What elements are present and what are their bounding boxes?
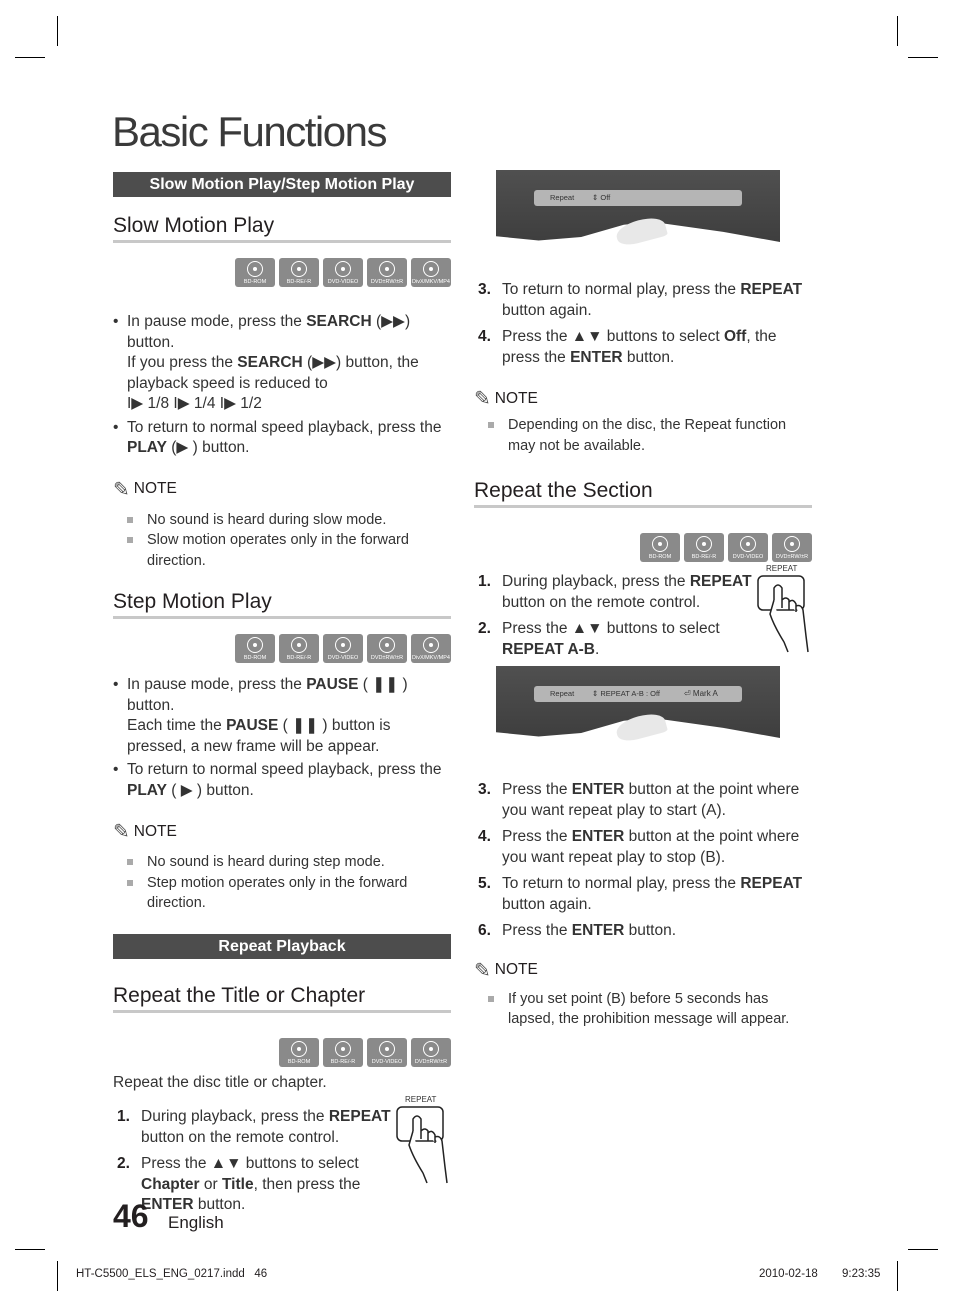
osd-screen-repeat-off: Repeat ⇕ Off <box>496 170 786 270</box>
crop-mark <box>908 57 938 58</box>
crop-mark <box>897 1261 898 1291</box>
crop-mark <box>15 1249 45 1250</box>
note-item: If you set point (B) before 5 seconds ha… <box>488 989 812 1030</box>
note-item: No sound is heard during slow mode. <box>127 510 451 531</box>
crop-mark <box>908 1249 938 1250</box>
pencil-icon: ✎ <box>474 388 491 410</box>
osd-bar: Repeat ⇕ REPEAT A-B : Off ⏎ Mark A <box>534 686 742 702</box>
disc-icon-dvd-rw: DVD±RW/±R <box>367 634 407 663</box>
crop-mark <box>15 57 45 58</box>
page-language: English <box>168 1213 224 1232</box>
steps-block: 1. During playback, press the REPEAT butt… <box>113 1095 451 1216</box>
note-list: No sound is heard during step mode. Step… <box>113 852 451 914</box>
pencil-icon: ✎ <box>113 821 130 843</box>
remote-hand-icon: REPEAT <box>756 564 812 654</box>
osd-screen-repeat-ab: Repeat ⇕ REPEAT A-B : Off ⏎ Mark A <box>496 666 786 766</box>
step-item: 2. Press the ▲▼ buttons to select Chapter… <box>117 1155 361 1213</box>
disc-icon-bd-re: BD-RE/-R <box>279 258 319 287</box>
step-item: 6. Press the ENTER button. <box>478 922 677 939</box>
disc-icon-dvd-rw: DVD±RW/±R <box>367 258 407 287</box>
pencil-icon: ✎ <box>113 478 130 501</box>
speed-sequence: I▶ 1/8 I▶ 1/4 I▶ 1/2 <box>127 395 262 412</box>
step-item: 5. To return to normal play, press the RE… <box>478 875 803 913</box>
crop-mark <box>57 16 58 46</box>
page-title: Basic Functions <box>112 108 387 155</box>
note-list: Depending on the disc, the Repeat functi… <box>474 415 812 456</box>
list-item: In pause mode, press the SEARCH (▶▶) but… <box>113 312 451 415</box>
crop-mark <box>57 1261 58 1291</box>
note-list: No sound is heard during slow mode. Slow… <box>113 510 451 572</box>
disc-icon-dvd-rw: DVD±RW/±R <box>411 1037 451 1067</box>
note-item: Slow motion operates only in the forward… <box>127 530 451 571</box>
disc-icon-bd-re: BD-RE/-R <box>323 1037 363 1067</box>
list-item: To return to normal speed playback, pres… <box>113 760 451 801</box>
disc-icon-dvd-video: DVD-VIDEO <box>323 258 363 287</box>
heading-repeat-title-chapter: Repeat the Title or Chapter <box>113 983 451 1013</box>
disc-icon-bd-rom: BD-ROM <box>235 258 275 287</box>
step-item: 3. To return to normal play, press the RE… <box>478 281 803 319</box>
heading-repeat-section: Repeat the Section <box>474 478 812 508</box>
intro-text: Repeat the disc title or chapter. <box>113 1073 327 1091</box>
slug-date: 2010-02-18 <box>759 1268 818 1280</box>
disc-icon-divx: DivX/MKV/MP4 <box>411 258 451 287</box>
slug-file: HT-C5500_ELS_ENG_0217.indd 46 <box>76 1268 268 1280</box>
left-column: Slow Motion Play/Step Motion Play Slow M… <box>113 172 451 1222</box>
step-bullets: In pause mode, press the PAUSE ( ❚❚ ) bu… <box>113 675 451 801</box>
disc-icons-slow: BD-ROM BD-RE/-R DVD-VIDEO DVD±RW/±R DivX… <box>113 258 451 287</box>
slug-time: 9:23:35 <box>842 1268 881 1280</box>
disc-icon-divx: DivX/MKV/MP4 <box>411 634 451 663</box>
list-item: In pause mode, press the PAUSE ( ❚❚ ) bu… <box>113 675 451 757</box>
disc-icon-dvd-video: DVD-VIDEO <box>728 533 768 562</box>
section-banner-slow-step: Slow Motion Play/Step Motion Play <box>113 172 451 197</box>
steps-list: 3. Press the ENTER button at the point wh… <box>474 780 812 942</box>
disc-icon-bd-rom: BD-ROM <box>235 634 275 663</box>
disc-icons-step: BD-ROM BD-RE/-R DVD-VIDEO DVD±RW/±R DivX… <box>113 634 451 663</box>
section-banner-repeat: Repeat Playback <box>113 933 451 959</box>
crop-mark <box>897 16 898 46</box>
disc-icon-dvd-video: DVD-VIDEO <box>367 1037 407 1067</box>
pencil-icon: ✎ <box>474 959 491 982</box>
list-item: To return to normal speed playback, pres… <box>113 418 451 459</box>
steps-list: 3. To return to normal play, press the RE… <box>474 280 812 368</box>
step-item: 3. Press the ENTER button at the point wh… <box>478 781 800 819</box>
note-item: Depending on the disc, the Repeat functi… <box>488 415 812 456</box>
disc-icon-bd-rom: BD-ROM <box>279 1037 319 1067</box>
note-list: If you set point (B) before 5 seconds ha… <box>474 989 812 1030</box>
note-heading: ✎ NOTE <box>474 388 538 410</box>
note-heading: ✎ NOTE <box>113 478 177 501</box>
heading-slow-motion: Slow Motion Play <box>113 213 451 243</box>
disc-icons-title-chapter: BD-ROM BD-RE/-R DVD-VIDEO DVD±RW/±R <box>113 1037 451 1067</box>
disc-icon-bd-re: BD-RE/-R <box>684 533 724 562</box>
note-heading: ✎ NOTE <box>474 959 538 982</box>
right-column: Repeat ⇕ Off 3. To return to normal play,… <box>474 170 812 1030</box>
steps-list: 1. During playback, press the REPEAT butt… <box>113 1107 398 1216</box>
disc-icon-dvd-video: DVD-VIDEO <box>323 634 363 663</box>
remote-hand-icon: REPEAT <box>395 1095 451 1185</box>
note-item: No sound is heard during step mode. <box>127 852 451 873</box>
page-number: 46 <box>113 1198 149 1234</box>
step-item: 2. Press the ▲▼ buttons to select REPEAT … <box>478 620 720 658</box>
steps-list: 1. During playback, press the REPEAT butt… <box>474 572 759 660</box>
disc-icon-dvd-rw: DVD±RW/±R <box>772 533 812 562</box>
disc-icons-section: BD-ROM BD-RE/-R DVD-VIDEO DVD±RW/±R <box>474 533 812 562</box>
step-item: 1. During playback, press the REPEAT butt… <box>478 573 752 611</box>
note-heading: ✎ NOTE <box>113 821 177 843</box>
heading-step-motion: Step Motion Play <box>113 589 451 619</box>
steps-block: 1. During playback, press the REPEAT butt… <box>474 564 812 660</box>
note-item: Step motion operates only in the forward… <box>127 873 451 914</box>
disc-icon-bd-re: BD-RE/-R <box>279 634 319 663</box>
step-item: 1. During playback, press the REPEAT butt… <box>117 1108 391 1146</box>
osd-bar: Repeat ⇕ Off <box>534 190 742 206</box>
step-item: 4. Press the ENTER button at the point wh… <box>478 828 800 866</box>
step-item: 4. Press the ▲▼ buttons to select Off, th… <box>478 328 777 366</box>
disc-icon-bd-rom: BD-ROM <box>640 533 680 562</box>
slow-bullets: In pause mode, press the SEARCH (▶▶) but… <box>113 312 451 459</box>
